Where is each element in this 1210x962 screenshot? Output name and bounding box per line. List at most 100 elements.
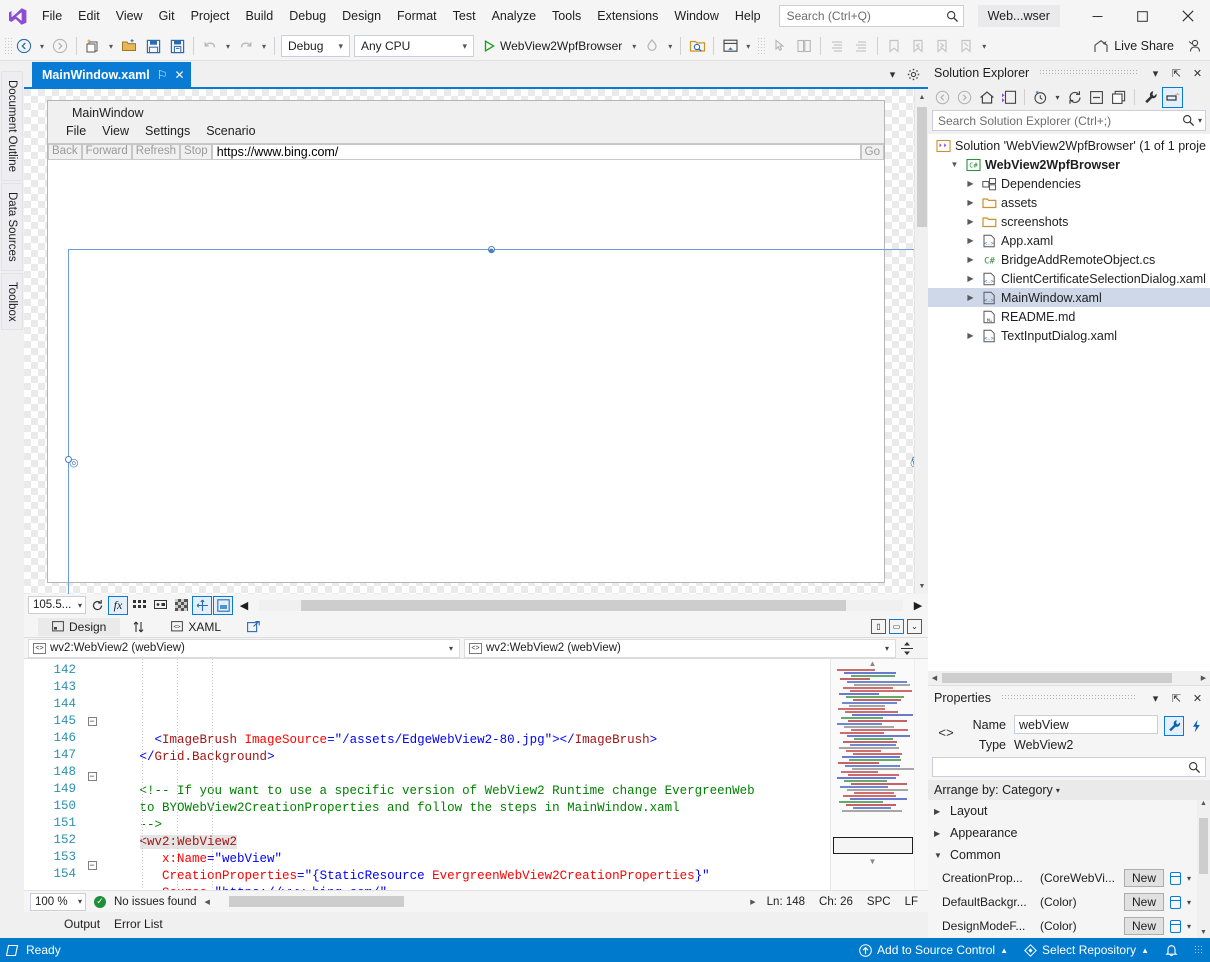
preview-menu-file[interactable]: File	[58, 122, 94, 140]
hscroll-left-icon[interactable]: ◀	[928, 671, 941, 685]
snapping-icon[interactable]	[150, 596, 170, 615]
new-value-button[interactable]: New	[1124, 893, 1164, 911]
chevron-right-icon[interactable]: ▶	[964, 293, 977, 302]
chevron-down-icon[interactable]: ▼	[948, 160, 961, 169]
fold-toggle-icon[interactable]: −	[88, 772, 97, 781]
panel-drag-area[interactable]	[1039, 70, 1137, 76]
new-project-dropdown-icon[interactable]: ▾	[105, 34, 117, 58]
editor-horizontal-scrollbar[interactable]: ◀ ▶	[204, 896, 755, 907]
menu-git[interactable]: Git	[151, 4, 183, 28]
fold-cell[interactable]	[82, 696, 102, 713]
pop-out-xaml-icon[interactable]	[237, 619, 270, 635]
select-repository-button[interactable]: Select Repository ▲	[1024, 943, 1149, 957]
toggle-bookmark-icon[interactable]	[882, 34, 906, 58]
fold-cell[interactable]: −	[82, 717, 102, 734]
select-element-icon[interactable]	[768, 34, 792, 58]
fold-cell[interactable]	[82, 734, 102, 751]
minimap-scroll-down-icon[interactable]: ▼	[831, 857, 914, 866]
live-share-button[interactable]: Live Share	[1085, 36, 1182, 57]
toolbar-overflow-icon[interactable]: ▾	[978, 34, 990, 58]
solution-explorer-dropdown-icon[interactable]: ▾	[742, 34, 754, 58]
resize-grip[interactable]	[1194, 945, 1204, 955]
tree-item-bridgeaddremoteobject-cs[interactable]: ▶C#BridgeAddRemoteObject.cs	[928, 250, 1210, 269]
tree-item-clientcertificateselectiondialog-xaml[interactable]: ▶<.>ClientCertificateSelectionDialog.xam…	[928, 269, 1210, 288]
hot-reload-icon[interactable]	[640, 34, 664, 58]
redo-dropdown-icon[interactable]: ▾	[258, 34, 270, 58]
preview-refresh-button[interactable]: Refresh	[132, 144, 180, 160]
collapse-all-icon[interactable]	[1086, 87, 1107, 108]
chevron-right-icon[interactable]: ▶	[964, 217, 977, 226]
show-handles-icon[interactable]	[192, 596, 212, 615]
tab-error-list[interactable]: Error List	[112, 916, 165, 932]
quick-search-input[interactable]: Search (Ctrl+Q)	[779, 5, 964, 27]
chevron-down-icon[interactable]: ▾	[1187, 922, 1191, 931]
preview-menu-settings[interactable]: Settings	[137, 122, 198, 140]
menu-help[interactable]: Help	[727, 4, 769, 28]
menu-view[interactable]: View	[108, 4, 151, 28]
notifications-button[interactable]	[1165, 943, 1178, 957]
breadcrumb-left[interactable]: <> wv2:WebView2 (webView) ▾	[28, 639, 460, 658]
menu-edit[interactable]: Edit	[70, 4, 108, 28]
binding-marker-icon[interactable]	[1170, 896, 1181, 909]
refresh-designer-icon[interactable]	[87, 596, 107, 615]
solution-configuration-combo[interactable]: Debug ▾	[281, 35, 350, 57]
redo-icon[interactable]	[234, 34, 258, 58]
tree-item-dependencies[interactable]: ▶Dependencies	[928, 174, 1210, 193]
grid-rails-icon[interactable]	[129, 596, 149, 615]
comment-lines-icon[interactable]	[825, 34, 849, 58]
properties-category-list[interactable]: ▶ Layout ▶ Appearance ▼ Common CreationP…	[928, 800, 1210, 938]
fold-cell[interactable]	[82, 823, 102, 840]
hscroll-right-icon[interactable]: ▶	[750, 898, 755, 906]
tree-item-app-xaml[interactable]: ▶<.>App.xaml	[928, 231, 1210, 250]
preview-url-input[interactable]: https://www.bing.com/	[212, 144, 861, 160]
chevron-right-icon[interactable]: ▶	[964, 179, 977, 188]
home-icon[interactable]	[976, 87, 997, 108]
tab-mainwindow-xaml[interactable]: MainWindow.xaml ⚐ ✕	[32, 62, 191, 87]
properties-vertical-scrollbar[interactable]: ▲ ▼	[1197, 800, 1210, 938]
pin-icon[interactable]: ⚐	[157, 68, 168, 82]
menu-window[interactable]: Window	[666, 4, 726, 28]
effects-toggle-icon[interactable]: fx	[108, 596, 128, 615]
tree-item-webview2wpfbrowser[interactable]: ▼C#WebView2WpfBrowser	[928, 155, 1210, 174]
navigate-backward-icon[interactable]	[12, 34, 36, 58]
tab-design[interactable]: Design	[38, 618, 120, 636]
properties-view-icon[interactable]	[1164, 716, 1184, 736]
horizontal-split-icon[interactable]: ▭	[889, 619, 904, 634]
menu-analyze[interactable]: Analyze	[484, 4, 544, 28]
fold-cell[interactable]	[82, 878, 102, 895]
undo-dropdown-icon[interactable]: ▾	[222, 34, 234, 58]
properties-wrench-icon[interactable]	[1140, 87, 1161, 108]
minimap-viewport[interactable]	[833, 837, 913, 854]
maximize-button[interactable]	[1120, 0, 1165, 32]
collapse-pane-icon[interactable]: ⌄	[907, 619, 922, 634]
menu-format[interactable]: Format	[389, 4, 445, 28]
solution-tree[interactable]: Solution 'WebView2WpfBrowser' (1 of 1 pr…	[928, 134, 1210, 671]
editor-hscroll-thumb[interactable]	[229, 896, 404, 907]
menu-file[interactable]: File	[34, 4, 70, 28]
minimap-scroll-up-icon[interactable]: ▲	[831, 659, 914, 668]
hscroll-left-icon[interactable]: ◀	[204, 898, 209, 906]
previous-bookmark-icon[interactable]	[906, 34, 930, 58]
navigate-forward-icon[interactable]	[48, 34, 72, 58]
property-row-designmodeforegroundcolor[interactable]: DesignModeF... (Color) New ▾	[928, 914, 1210, 938]
fold-cell[interactable]: −	[82, 772, 102, 789]
hot-reload-dropdown-icon[interactable]: ▾	[664, 34, 676, 58]
tab-xaml[interactable]: <> XAML	[157, 618, 235, 636]
open-file-icon[interactable]	[117, 34, 141, 58]
navigate-back-icon[interactable]	[932, 87, 953, 108]
panel-menu-icon[interactable]: ▾	[1147, 689, 1164, 707]
pending-changes-icon[interactable]	[1030, 87, 1051, 108]
scroll-down-icon[interactable]: ▼	[1197, 929, 1210, 936]
chevron-down-icon[interactable]: ▾	[1187, 898, 1191, 907]
designer-settings-icon[interactable]	[213, 596, 233, 615]
chevron-right-icon[interactable]: ▶	[964, 331, 977, 340]
editor-vertical-scrollbar[interactable]	[914, 659, 928, 890]
fold-cell[interactable]	[82, 662, 102, 679]
designer-hscroll-thumb[interactable]	[301, 600, 846, 611]
fold-cell[interactable]	[82, 679, 102, 696]
switch-views-icon[interactable]	[998, 87, 1019, 108]
tree-item-mainwindow-xaml[interactable]: ▶<.>MainWindow.xaml	[928, 288, 1210, 307]
navigate-backward-dropdown-icon[interactable]: ▾	[36, 34, 48, 58]
show-all-files-icon[interactable]	[1108, 87, 1129, 108]
panel-menu-icon[interactable]: ▾	[1147, 64, 1164, 82]
